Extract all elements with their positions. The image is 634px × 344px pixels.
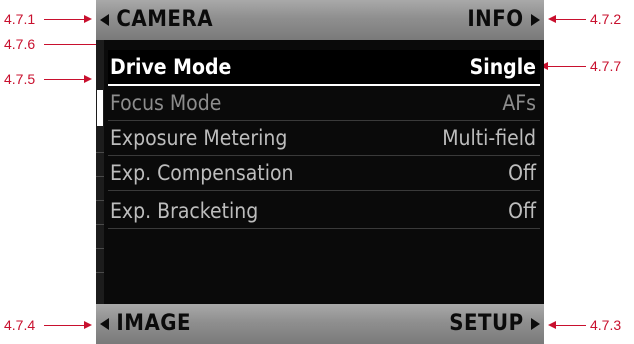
callout-arrow-icon [84,321,92,329]
callout-line-4-7-3 [556,325,586,326]
scrollbar-tick [96,272,104,273]
footer-bar: IMAGE SETUP [96,304,544,344]
menu-item-label: Exp. Bracketing [110,199,259,223]
callout-arrow-icon [84,75,92,83]
callout-line-4-7-4 [44,325,84,326]
callout-line-4-7-7 [548,66,586,67]
menu-item-exp-compensation[interactable]: Exp. Compensation Off [108,156,540,191]
tab-camera[interactable]: CAMERA [100,7,213,32]
menu-item-label: Exp. Compensation [110,161,294,185]
callout-4-7-3: 4.7.3 [590,317,622,333]
callout-arrow-icon [548,321,556,329]
callout-line-4-7-1 [44,19,84,20]
menu-item-value: Off [508,161,536,185]
menu-item-value: Off [508,199,536,223]
callout-arrow-icon [548,15,556,23]
scrollbar-tick [96,224,104,225]
callout-line-4-7-2 [556,19,586,20]
callout-arrow-icon [84,15,92,23]
scrollbar[interactable] [96,40,104,304]
tab-setup[interactable]: SETUP [449,311,540,336]
footer-left-label: IMAGE [116,311,192,336]
callout-line-4-7-5 [44,79,84,80]
menu-item-label: Exposure Metering [110,126,288,150]
callout-4-7-7: 4.7.7 [590,58,622,74]
scrollbar-tick [96,152,104,153]
callout-4-7-4: 4.7.4 [4,317,36,333]
callout-4-7-5: 4.7.5 [4,71,36,87]
scrollbar-tick [96,200,104,201]
footer-right-label: SETUP [449,311,524,336]
scrollbar-tick [96,248,104,249]
header-title: CAMERA [116,7,214,32]
tab-image[interactable]: IMAGE [100,311,191,336]
scrollbar-tick [96,176,104,177]
menu-item-label: Focus Mode [110,91,222,115]
menu-item-value: AFs [502,91,536,115]
menu-item-value: Single [469,55,536,79]
menu-item-label: Drive Mode [110,55,232,79]
menu-item-value: Multi-field [442,126,536,150]
menu-item-exposure-metering[interactable]: Exposure Metering Multi-field [108,121,540,156]
callout-4-7-1: 4.7.1 [4,11,36,27]
menu-item-drive-mode[interactable]: Drive Mode Single [108,50,540,86]
right-triangle-icon [531,318,540,330]
tab-info[interactable]: INFO [467,7,540,32]
menu-item-focus-mode[interactable]: Focus Mode AFs [108,86,540,121]
header-bar: CAMERA INFO [96,0,544,40]
scrollbar-thumb[interactable] [97,90,103,126]
camera-menu-screen: CAMERA INFO Drive Mode Single Focus Mode… [96,0,544,344]
header-right-label: INFO [467,7,524,32]
callout-4-7-6: 4.7.6 [4,36,36,52]
menu-item-exp-bracketing[interactable]: Exp. Bracketing Off [108,194,540,229]
callout-4-7-2: 4.7.2 [590,11,622,27]
left-triangle-icon [100,318,109,330]
right-triangle-icon [531,14,540,26]
left-triangle-icon [100,14,109,26]
